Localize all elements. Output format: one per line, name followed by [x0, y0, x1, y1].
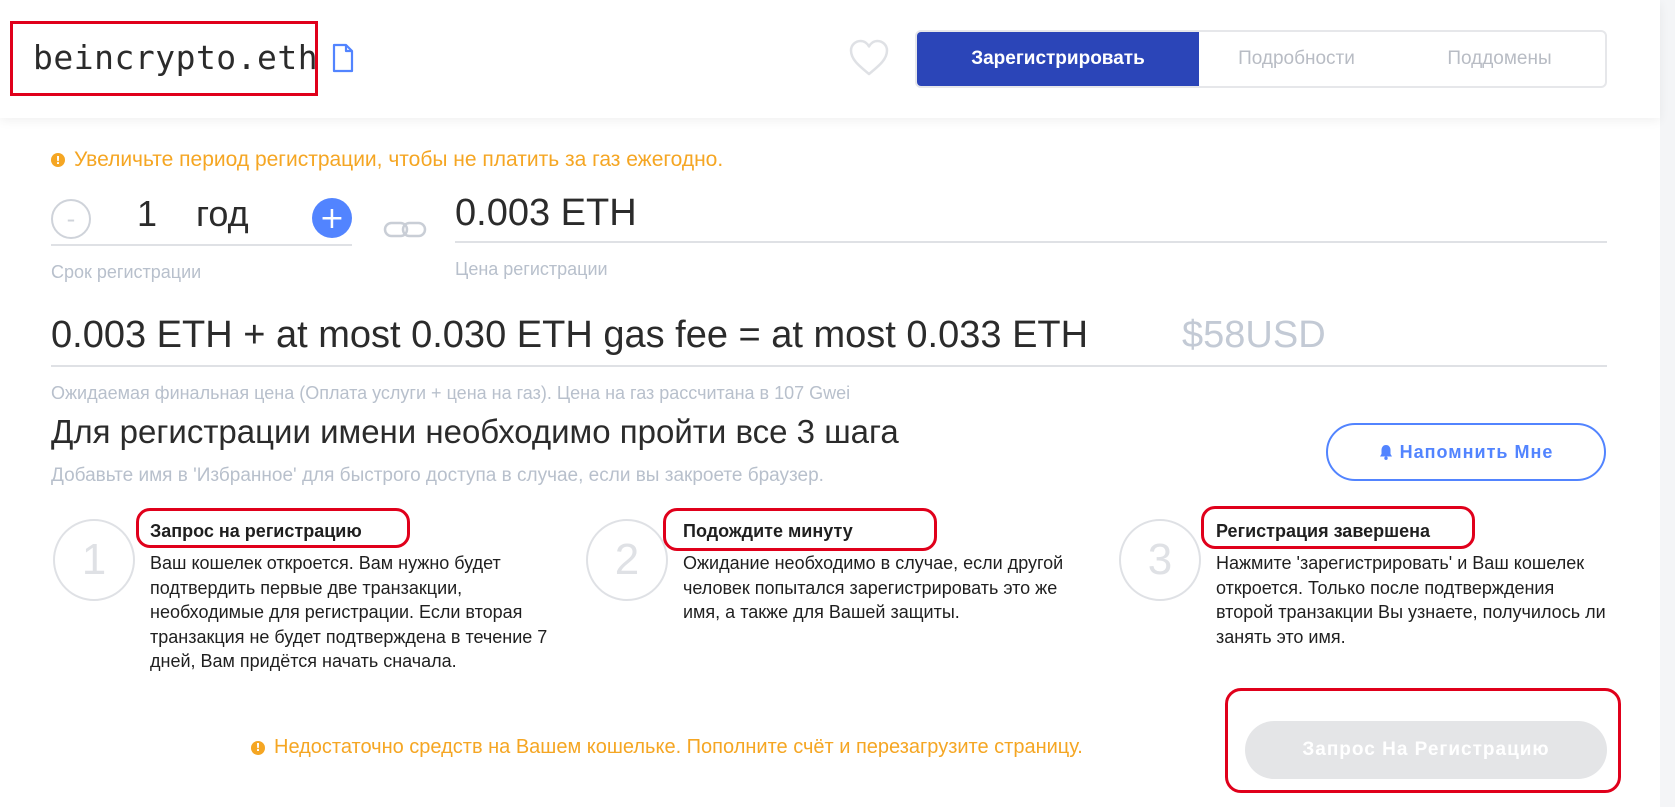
years-underline — [51, 244, 352, 246]
step-3-number: 3 — [1119, 519, 1201, 601]
total-underline — [51, 365, 1607, 367]
step-3-text: Нажмите 'зарегистрировать' и Ваш кошелек… — [1216, 553, 1606, 647]
registration-price: 0.003 ETH — [455, 192, 637, 234]
warning-icon: ! — [51, 153, 65, 167]
tab-details[interactable]: Подробности — [1199, 32, 1394, 86]
domain-tabs: Зарегистрировать Подробности Поддомены — [915, 30, 1607, 88]
step-2-text: Ожидание необходимо в случае, если друго… — [683, 553, 1064, 622]
warning-icon: ! — [251, 740, 265, 755]
step-2-highlight — [663, 508, 937, 551]
heart-icon[interactable] — [848, 38, 890, 78]
price-underline — [455, 241, 1607, 243]
step-1-text: Ваш кошелек откроется. Вам нужно будет п… — [150, 553, 548, 671]
years-label: Срок регистрации — [51, 262, 202, 282]
total-usd: $58USD — [1182, 314, 1326, 356]
steps-heading: Для регистрации имени необходимо пройти … — [51, 413, 899, 450]
tab-subdomains[interactable]: Поддомены — [1394, 32, 1605, 86]
registration-notice-text: Увеличьте период регистрации, чтобы не п… — [74, 148, 724, 171]
remind-me-label: Напомнить Мне — [1399, 441, 1554, 462]
decrease-years-button[interactable]: - — [51, 199, 91, 239]
link-icon — [383, 221, 427, 238]
years-unit: год — [196, 193, 249, 234]
domain-highlight-box — [10, 21, 318, 96]
funds-warning-text: Недостаточно средств на Вашем кошельке. … — [274, 736, 1083, 758]
step-1-highlight — [136, 508, 410, 548]
submit-highlight-box — [1225, 688, 1621, 793]
step-2-number: 2 — [586, 519, 668, 601]
registration-page: beincrypto.eth Зарегистрировать Подробно… — [0, 0, 1660, 807]
price-label: Цена регистрации — [455, 259, 608, 279]
total-note: Ожидаемая финальная цена (Оплата услуги … — [51, 383, 851, 403]
step-3-highlight — [1201, 506, 1475, 549]
registration-notice: ! Увеличьте период регистрации, чтобы не… — [51, 148, 723, 172]
funds-warning: ! Недостаточно средств на Вашем кошельке… — [251, 736, 1083, 759]
total-price: 0.003 ETH + at most 0.030 ETH gas fee = … — [51, 314, 1089, 356]
years-value: 1 — [137, 193, 158, 234]
remind-me-button[interactable]: Напомнить Мне — [1326, 423, 1606, 481]
step-1-number: 1 — [53, 519, 135, 601]
document-icon[interactable] — [331, 43, 355, 73]
tab-register[interactable]: Зарегистрировать — [917, 32, 1199, 86]
increase-years-button[interactable]: + — [312, 198, 352, 238]
bell-icon — [1379, 445, 1392, 460]
steps-subheading: Добавьте имя в 'Избранное' для быстрого … — [51, 465, 824, 486]
